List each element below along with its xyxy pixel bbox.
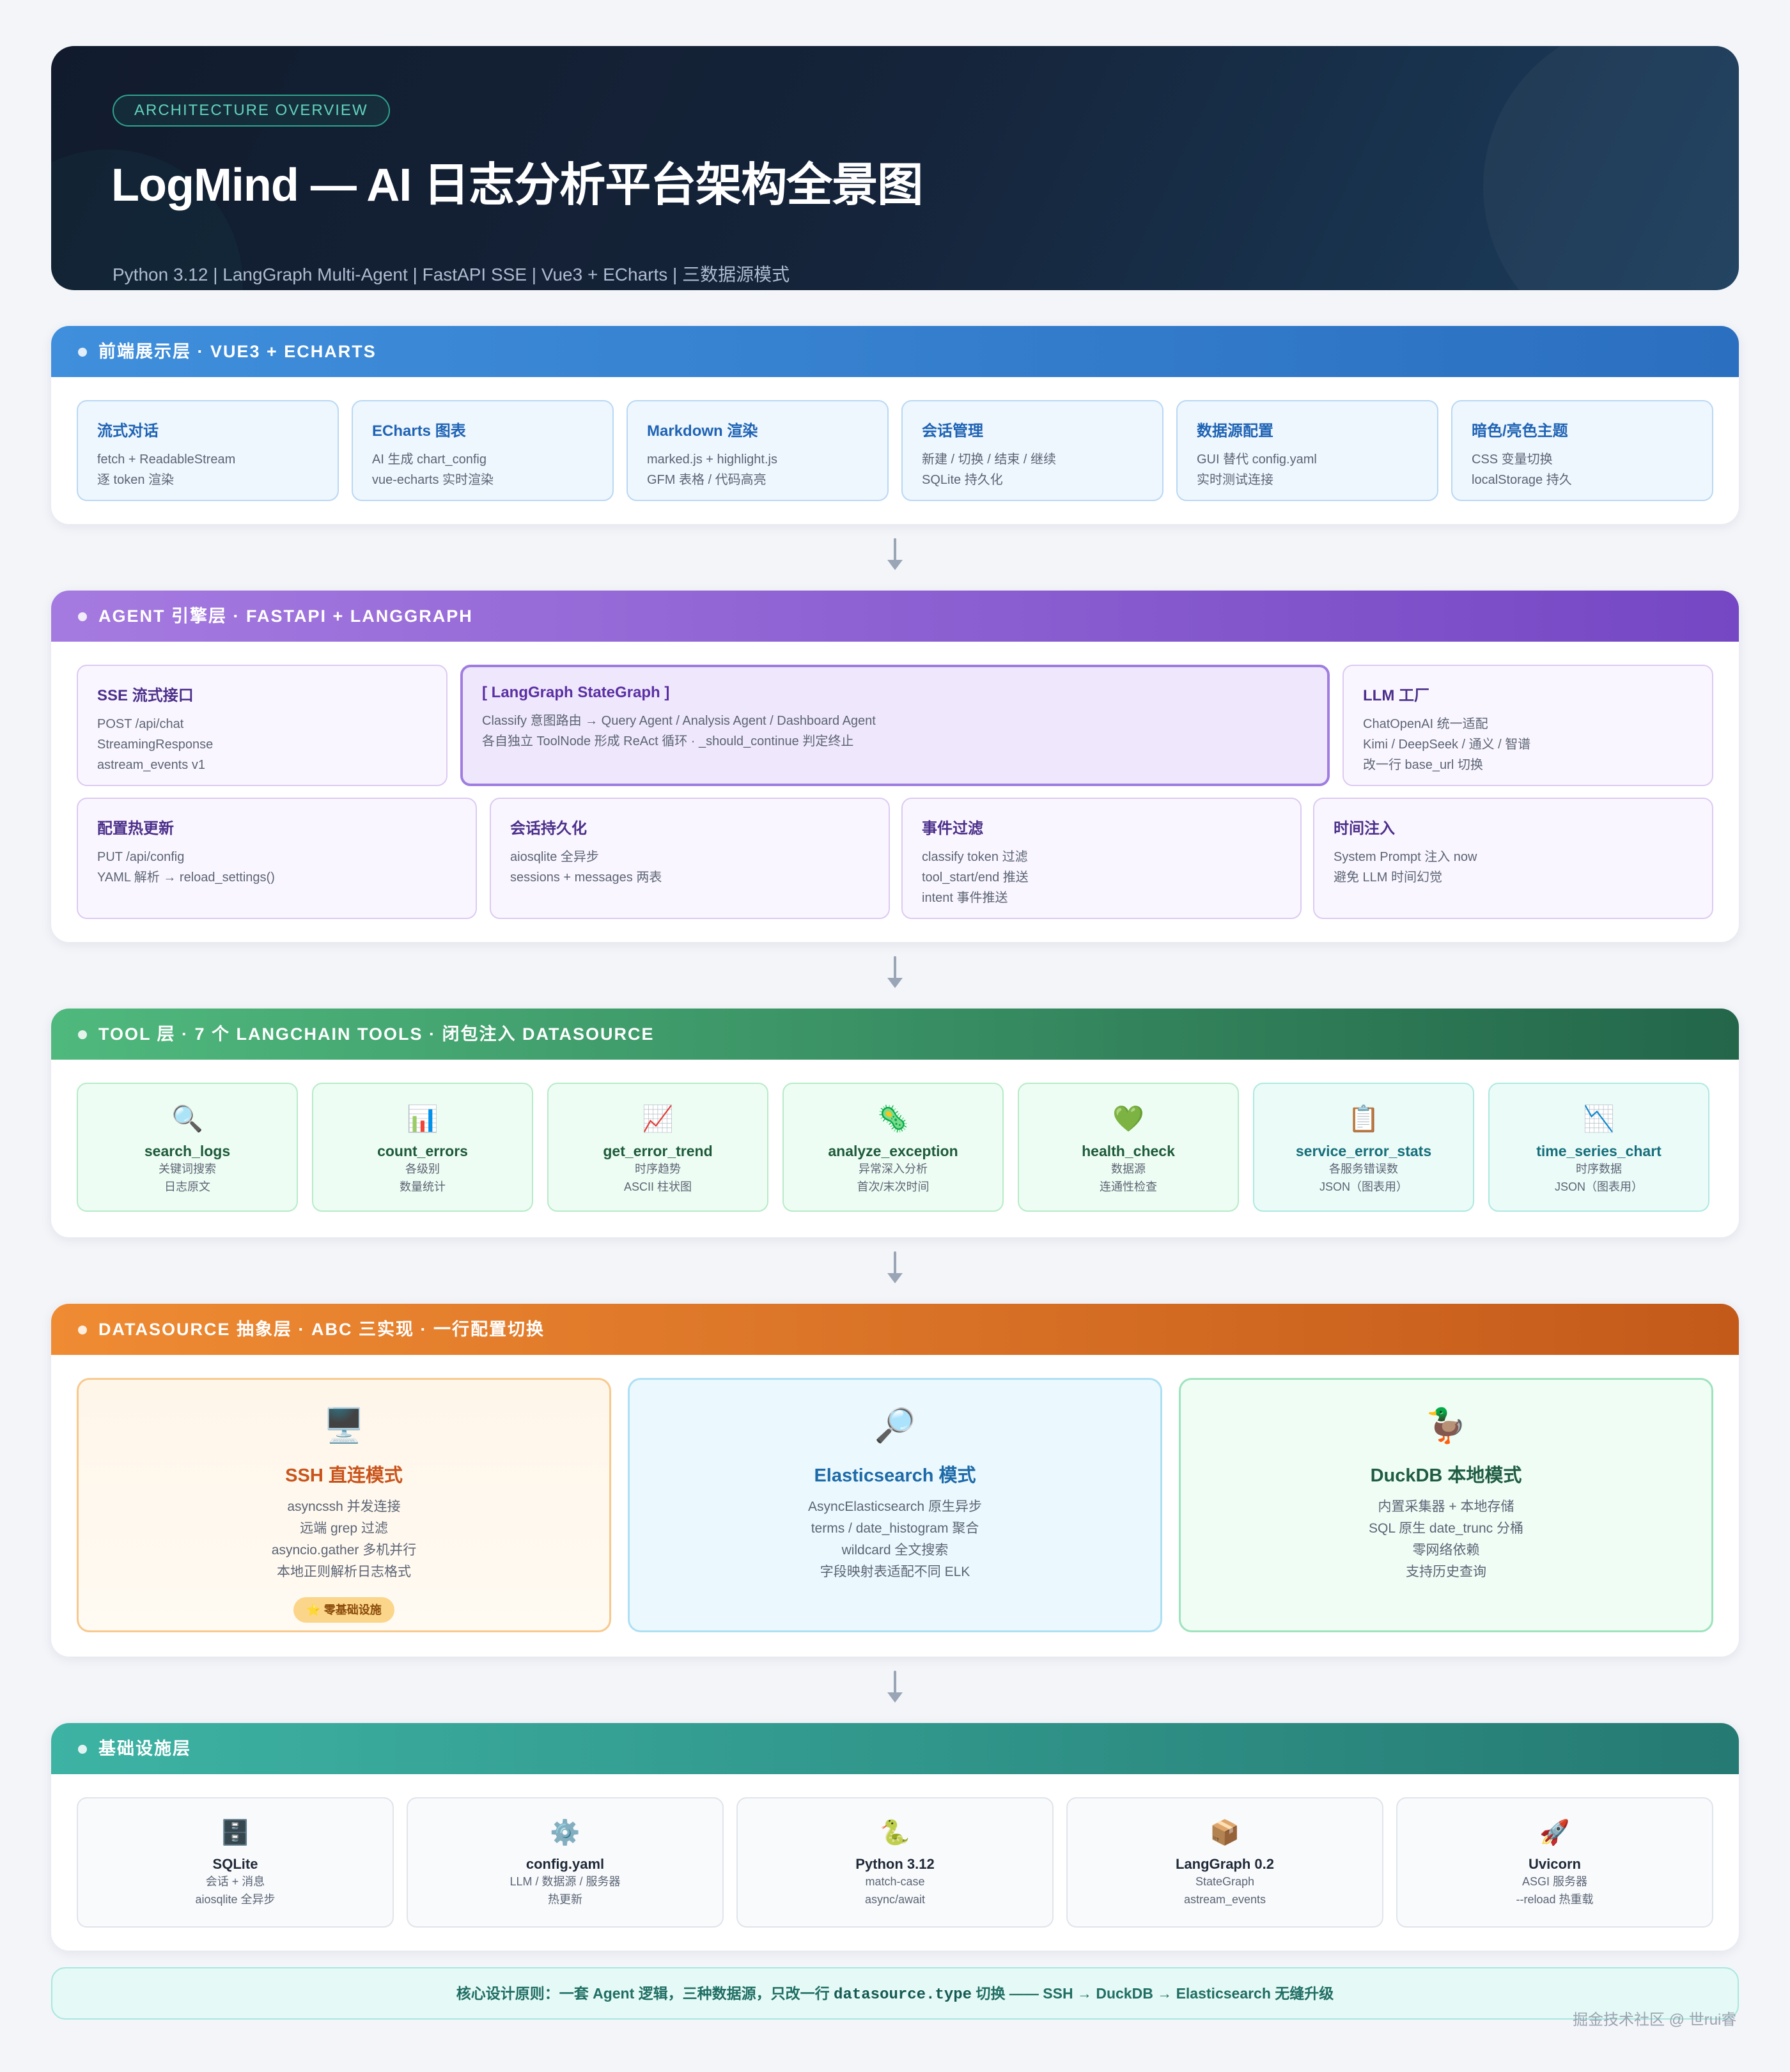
datasource-duckdb: 🦆 DuckDB 本地模式 内置采集器 + 本地存储 SQL 原生 date_t… <box>1179 1378 1713 1632</box>
gear-icon: ⚙️ <box>550 1820 580 1846</box>
page-subtitle: Python 3.12 | LangGraph Multi-Agent | Fa… <box>113 265 790 284</box>
page-title: LogMind — AI 日志分析平台架构全景图 <box>111 160 923 211</box>
bullet-dot <box>78 1326 87 1334</box>
bullet-dot <box>78 348 87 357</box>
bullet-dot <box>78 1745 87 1754</box>
snake-icon: 🐍 <box>880 1820 910 1846</box>
hero-banner: ARCHITECTURE OVERVIEW LogMind — AI 日志分析平… <box>51 46 1739 290</box>
frontend-layer: 前端展示层 · VUE3 + ECHARTS 流式对话 fetch + Read… <box>51 326 1739 524</box>
infra-config-yaml: ⚙️ config.yaml LLM / 数据源 / 服务器 热更新 <box>407 1797 724 1928</box>
frontend-layer-header: 前端展示层 · VUE3 + ECHARTS <box>51 326 1739 377</box>
infra-layer: 基础设施层 🗄️ SQLite 会话 + 消息 aiosqlite 全异步 ⚙️… <box>51 1723 1739 1951</box>
tool-count-errors: 📊 count_errors 各级别 数量统计 <box>312 1083 533 1212</box>
magnifier-icon: 🔍 <box>171 1105 203 1133</box>
time-injection: 时间注入 System Prompt 注入 now 避免 LLM 时间幻觉 <box>1313 798 1713 919</box>
datasource-ssh: 🖥️ SSH 直连模式 asyncssh 并发连接 远端 grep 过滤 asy… <box>77 1378 611 1632</box>
down-arrow-icon <box>886 1671 904 1708</box>
datasource-layer: DATASOURCE 抽象层 · ABC 三实现 · 一行配置切换 🖥️ SSH… <box>51 1304 1739 1657</box>
feature-datasource-config: 数据源配置 GUI 替代 config.yaml 实时测试连接 <box>1176 400 1438 501</box>
trend-down-icon: 📉 <box>1583 1105 1615 1133</box>
infra-layer-header: 基础设施层 <box>51 1723 1739 1774</box>
down-arrow-icon <box>886 538 904 575</box>
tool-time-series-chart: 📉 time_series_chart 时序数据 JSON（图表用） <box>1488 1083 1709 1212</box>
datasource-layer-header: DATASOURCE 抽象层 · ABC 三实现 · 一行配置切换 <box>51 1304 1739 1355</box>
bullet-dot <box>78 1030 87 1039</box>
llm-factory: LLM 工厂 ChatOpenAI 统一适配 Kimi / DeepSeek /… <box>1342 665 1713 786</box>
sse-stream-api: SSE 流式接口 POST /api/chat StreamingRespons… <box>77 665 447 786</box>
agent-layer: AGENT 引擎层 · FASTAPI + LANGGRAPH SSE 流式接口… <box>51 591 1739 942</box>
microbe-icon: 🦠 <box>877 1105 909 1133</box>
magnifier-icon: 🔎 <box>874 1407 916 1444</box>
clipboard-icon: 📋 <box>1348 1105 1380 1133</box>
tool-health-check: 💚 health_check 数据源 连通性检查 <box>1018 1083 1239 1212</box>
package-icon: 📦 <box>1210 1820 1240 1846</box>
file-cabinet-icon: 🗄️ <box>220 1820 251 1846</box>
infra-sqlite: 🗄️ SQLite 会话 + 消息 aiosqlite 全异步 <box>77 1797 394 1928</box>
feature-session-management: 会话管理 新建 / 切换 / 结束 / 继续 SQLite 持久化 <box>901 400 1164 501</box>
feature-markdown: Markdown 渲染 marked.js + highlight.js GFM… <box>626 400 889 501</box>
tool-get-error-trend: 📈 get_error_trend 时序趋势 ASCII 柱状图 <box>547 1083 768 1212</box>
zero-infra-badge: ⭐ 零基础设施 <box>293 1597 394 1623</box>
tool-layer: TOOL 层 · 7 个 LANGCHAIN TOOLS · 闭包注入 DATA… <box>51 1009 1739 1237</box>
bullet-dot <box>78 612 87 621</box>
down-arrow-icon <box>886 956 904 993</box>
feature-echarts: ECharts 图表 AI 生成 chart_config vue-echart… <box>352 400 614 501</box>
core-principle-banner: 核心设计原则：一套 Agent 逻辑，三种数据源，只改一行 datasource… <box>51 1967 1739 2020</box>
datasource-type-code: datasource.type <box>834 1986 972 2004</box>
overview-badge: ARCHITECTURE OVERVIEW <box>113 95 390 127</box>
rocket-icon: 🚀 <box>1539 1820 1570 1846</box>
trend-up-icon: 📈 <box>642 1105 674 1133</box>
tool-analyze-exception: 🦠 analyze_exception 异常深入分析 首次/末次时间 <box>782 1083 1004 1212</box>
watermark: 掘金技术社区 @ 世rui睿 <box>1573 2011 1737 2029</box>
session-persistence: 会话持久化 aiosqlite 全异步 sessions + messages … <box>490 798 890 919</box>
tool-search-logs: 🔍 search_logs 关键词搜索 日志原文 <box>77 1083 298 1212</box>
tool-service-error-stats: 📋 service_error_stats 各服务错误数 JSON（图表用） <box>1253 1083 1474 1212</box>
infra-python: 🐍 Python 3.12 match-case async/await <box>736 1797 1054 1928</box>
green-heart-icon: 💚 <box>1112 1105 1144 1133</box>
feature-theme: 暗色/亮色主题 CSS 变量切换 localStorage 持久 <box>1451 400 1713 501</box>
feature-streaming-chat: 流式对话 fetch + ReadableStream 逐 token 渲染 <box>77 400 339 501</box>
infra-langgraph: 📦 LangGraph 0.2 StateGraph astream_event… <box>1066 1797 1383 1928</box>
infra-uvicorn: 🚀 Uvicorn ASGI 服务器 --reload 热重载 <box>1396 1797 1713 1928</box>
down-arrow-icon <box>886 1251 904 1288</box>
duck-icon: 🦆 <box>1425 1407 1467 1444</box>
bar-chart-icon: 📊 <box>407 1105 439 1133</box>
config-hot-reload: 配置热更新 PUT /api/config YAML 解析 → reload_s… <box>77 798 477 919</box>
langgraph-stategraph: [ LangGraph StateGraph ] Classify 意图路由 →… <box>460 665 1330 786</box>
desktop-computer-icon: 🖥️ <box>323 1407 365 1444</box>
tool-layer-header: TOOL 层 · 7 个 LANGCHAIN TOOLS · 闭包注入 DATA… <box>51 1009 1739 1060</box>
datasource-elasticsearch: 🔎 Elasticsearch 模式 AsyncElasticsearch 原生… <box>628 1378 1162 1632</box>
event-filter: 事件过滤 classify token 过滤 tool_start/end 推送… <box>901 798 1302 919</box>
agent-layer-header: AGENT 引擎层 · FASTAPI + LANGGRAPH <box>51 591 1739 642</box>
